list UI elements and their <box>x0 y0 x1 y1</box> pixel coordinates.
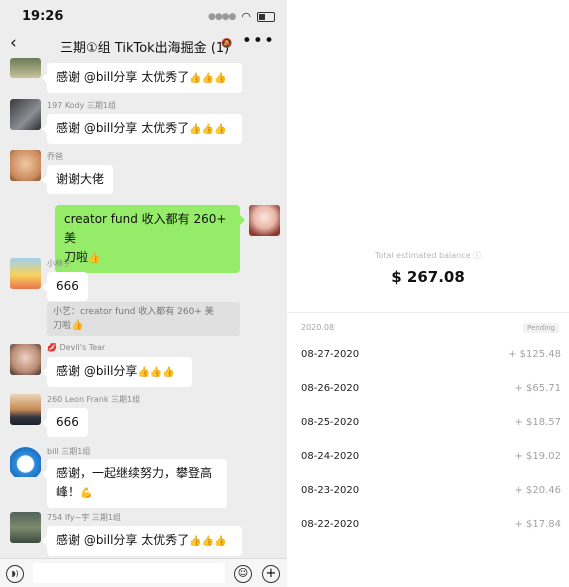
sender-name: 💋 Devil's Tear <box>47 343 105 352</box>
earning-row: 08-25-2020 + $18.57 <box>287 417 569 451</box>
message-bubble[interactable]: 感谢 @bill分享👍👍👍 <box>42 357 192 387</box>
sender-name: 754 Ify~宇 三期1组 <box>47 513 121 522</box>
thumbs-up-icon: 👍 <box>88 253 101 264</box>
message-bubble[interactable]: 感谢 @bill分享 太优秀了👍👍👍 <box>42 114 242 144</box>
mute-icon: 🔕 <box>221 39 233 49</box>
earning-date: 08-22-2020 <box>301 519 360 530</box>
message-text: 666 <box>56 415 79 429</box>
my-avatar[interactable] <box>249 205 280 236</box>
my-message-bubble[interactable]: creator fund 收入都有 260+ 美 刀啦👍 <box>55 205 245 273</box>
emoji-icon[interactable]: ☺ <box>234 565 252 583</box>
back-icon[interactable]: ‹ <box>10 33 17 53</box>
thumbs-up-icon: 👍 <box>71 320 84 331</box>
message-bubble[interactable]: 感谢 @bill分享 太优秀了👍👍👍 <box>42 526 242 556</box>
month-label: 2020.08 <box>301 323 335 332</box>
earning-row: 08-24-2020 + $19.02 <box>287 451 569 485</box>
message-bubble[interactable]: 谢谢大佬 <box>42 165 113 194</box>
balance-label: Total estimated balance ⓘ <box>374 251 482 260</box>
status-badge: Pending <box>523 323 559 333</box>
avatar[interactable] <box>10 512 41 543</box>
thumbs-up-icon: 👍👍👍 <box>189 124 227 135</box>
message-text: 感谢 @bill分享 <box>56 364 138 378</box>
earnings-panel: Total estimated balance ⓘ $ 267.08 2020.… <box>287 0 569 587</box>
doraemon-avatar[interactable] <box>10 446 41 477</box>
message-text: 感谢 @bill分享 太优秀了 <box>56 533 190 547</box>
lips-icon: 💋 <box>47 343 57 352</box>
message-bubble[interactable]: 感谢，一起继续努力，攀登高 峰！💪 <box>42 459 227 508</box>
message-text: 感谢 @bill分享 太优秀了 <box>56 70 190 84</box>
earning-date: 08-26-2020 <box>301 383 360 394</box>
earning-amount: + $19.02 <box>514 451 561 462</box>
message-bubble[interactable]: 感谢 @bill分享 太优秀了👍👍👍 <box>42 63 242 93</box>
voice-icon[interactable]: ◗) <box>6 565 24 583</box>
message-text: 谢谢大佬 <box>56 172 105 186</box>
earning-date: 08-23-2020 <box>301 485 360 496</box>
earning-row: 08-23-2020 + $20.46 <box>287 485 569 519</box>
quote-text: 刀啦 <box>53 321 72 331</box>
earning-amount: + $125.48 <box>508 349 561 360</box>
sender-name: 197 Kody 三期1组 <box>47 101 116 110</box>
avatar[interactable] <box>10 150 41 181</box>
sender-name: bill 三期1组 <box>47 447 91 456</box>
earning-date: 08-25-2020 <box>301 417 360 428</box>
status-bar: 19:26 ●●●● ◠ <box>0 0 287 30</box>
earning-date: 08-27-2020 <box>301 349 360 360</box>
avatar[interactable] <box>10 258 41 289</box>
message-bubble[interactable]: 666 <box>42 408 88 437</box>
avatar[interactable] <box>10 344 41 375</box>
message-input[interactable] <box>33 563 225 583</box>
chat-title: 三期①组 TikTok出海掘金 (1) <box>60 41 230 56</box>
message-text: creator fund 收入都有 260+ 美 <box>64 212 227 245</box>
message-text: 666 <box>56 279 79 293</box>
earning-amount: + $18.57 <box>514 417 561 428</box>
status-time: 19:26 <box>22 9 64 24</box>
balance-amount: $ 267.08 <box>391 268 465 286</box>
avatar[interactable] <box>10 394 41 425</box>
divider <box>287 312 569 313</box>
message-text: 峰！ <box>56 485 81 499</box>
earning-amount: + $65.71 <box>514 383 561 394</box>
message-text: 感谢 @bill分享 太优秀了 <box>56 121 190 135</box>
earning-amount: + $17.84 <box>514 519 561 530</box>
message-text: 感谢，一起继续努力，攀登高 <box>56 466 213 480</box>
sender-name: 乔爸 <box>47 152 63 161</box>
earning-amount: + $20.46 <box>514 485 561 496</box>
sender-label: Devil's Tear <box>59 343 106 352</box>
chat-header: ‹ 三期①组 TikTok出海掘金 (1) 🔕 ••• <box>0 30 287 60</box>
sender-name: 小林子 <box>47 259 71 268</box>
quote-text: 小艺：creator fund 收入都有 260+ 美 <box>53 307 214 317</box>
chat-input-bar: ◗) ☺ + <box>0 558 287 587</box>
avatar[interactable] <box>10 58 41 78</box>
wifi-icon: ◠ <box>241 10 251 23</box>
thumbs-up-icon: 👍👍👍 <box>189 536 227 547</box>
thumbs-up-icon: 👍👍👍 <box>137 367 175 378</box>
flex-arm-icon: 💪 <box>80 488 93 499</box>
thumbs-up-icon: 👍👍👍 <box>189 73 227 84</box>
earning-row: 08-26-2020 + $65.71 <box>287 383 569 417</box>
plus-icon[interactable]: + <box>262 565 280 583</box>
chat-panel: 19:26 ●●●● ◠ ‹ 三期①组 TikTok出海掘金 (1) 🔕 •••… <box>0 0 287 587</box>
earning-date: 08-24-2020 <box>301 451 360 462</box>
message-bubble[interactable]: 666 <box>42 272 88 301</box>
sender-name: 260 Leon Frank 三期1组 <box>47 395 141 404</box>
quoted-message[interactable]: 小艺：creator fund 收入都有 260+ 美 刀啦👍 <box>47 302 240 336</box>
status-icons: ●●●● ◠ <box>208 10 275 23</box>
signal-icon: ●●●● <box>207 11 236 22</box>
more-options-icon[interactable]: ••• <box>242 31 275 51</box>
battery-icon <box>257 11 275 22</box>
earning-row: 08-27-2020 + $125.48 <box>287 349 569 383</box>
avatar[interactable] <box>10 99 41 130</box>
earning-row: 08-22-2020 + $17.84 <box>287 519 569 553</box>
